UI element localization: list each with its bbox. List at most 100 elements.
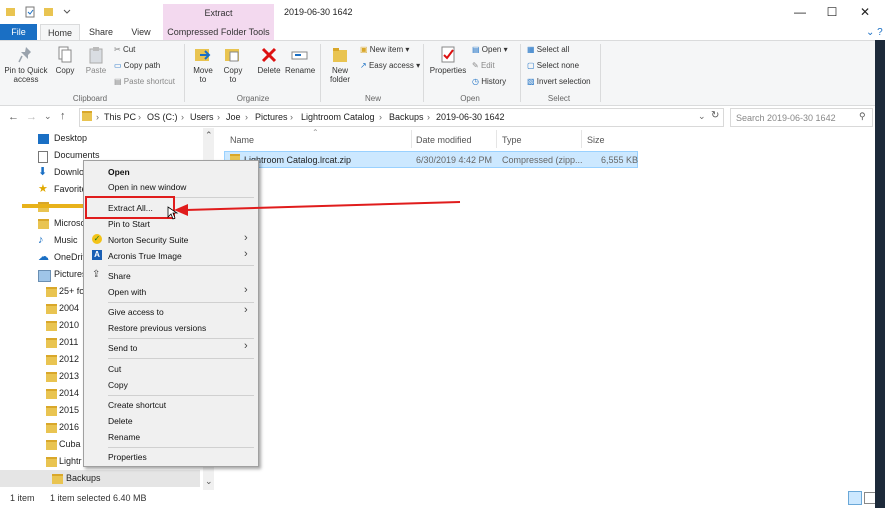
pictures-icon [38,270,51,282]
menu-item-give-access[interactable]: Give access to [108,307,164,317]
address-dropdown-icon[interactable]: ⌄ [698,111,706,122]
column-separator[interactable] [581,130,582,148]
copy-to-button[interactable]: Copy to [220,46,246,84]
breadcrumb-joe[interactable]: Joe [226,112,241,122]
nav-item-backups[interactable]: Backups [0,470,200,487]
select-all-button[interactable]: ▦ Select all [527,45,569,55]
move-to-label: Move to [193,66,213,84]
copy-icon [58,46,72,63]
delete-button[interactable]: Delete [256,46,282,75]
menu-item-create-shortcut[interactable]: Create shortcut [108,400,166,410]
properties-button[interactable]: Properties [428,46,468,75]
column-header-type[interactable]: Type [502,135,522,145]
search-input[interactable]: Search 2019-06-30 1642 ⚲ [730,108,873,127]
paste-shortcut-label: Paste shortcut [123,77,175,86]
edit-button[interactable]: ✎ Edit [472,61,495,71]
menu-item-cut[interactable]: Cut [108,364,121,374]
rename-label: Rename [285,66,316,75]
refresh-icon[interactable]: ↻ [711,110,719,121]
copy-path-button[interactable]: ▭ Copy path [114,61,160,71]
menu-item-send-to[interactable]: Send to [108,343,137,353]
file-date: 6/30/2019 4:42 PM [416,155,493,165]
tab-share[interactable]: Share [84,24,118,40]
breadcrumb-users[interactable]: Users [190,112,214,122]
menu-item-properties[interactable]: Properties [108,452,147,462]
tab-home[interactable]: Home [40,24,80,41]
up-arrow-icon[interactable]: ↑ [60,110,66,122]
red-pointer-arrow [174,201,461,216]
recent-locations-icon[interactable]: ⌄ [44,111,52,122]
move-to-button[interactable]: Move to [190,46,216,84]
nav-label: Microsc [54,218,85,228]
ribbon-separator [600,44,601,102]
breadcrumb-separator: › [138,112,141,122]
back-arrow-icon[interactable]: ← [8,111,19,123]
column-header-size[interactable]: Size [587,135,605,145]
menu-item-delete[interactable]: Delete [108,416,133,426]
new-item-button[interactable]: ▣ New item ▾ [360,45,409,55]
column-header-date[interactable]: Date modified [416,135,472,145]
desktop-icon [38,134,49,144]
tab-compressed-folder-tools[interactable]: Compressed Folder Tools [163,24,274,40]
nav-label: Downlo [54,167,85,177]
pin-quick-access-button[interactable]: Pin to Quick access [3,46,49,84]
folder-icon [46,406,57,416]
breadcrumb-os-c[interactable]: OS (C:) [147,112,178,122]
tab-view[interactable]: View [124,24,158,40]
close-button[interactable]: ✕ [856,4,874,20]
cut-button[interactable]: ✂ Cut [114,45,135,55]
open-button[interactable]: ▤ Open ▾ [472,45,508,55]
select-none-button[interactable]: ▢ Select none [527,61,579,71]
breadcrumb-separator: › [427,112,430,122]
column-separator[interactable] [496,130,497,148]
breadcrumb-pictures[interactable]: Pictures [255,112,288,122]
file-name[interactable]: Lightroom Catalog.lrcat.zip [244,155,351,165]
history-button[interactable]: ◷ History [472,77,506,87]
rename-icon [291,51,308,60]
quick-access-toolbar[interactable] [6,6,76,20]
search-placeholder: Search 2019-06-30 1642 [736,113,836,123]
scroll-down-icon[interactable]: ⌄ [205,476,213,487]
breadcrumb-backups[interactable]: Backups [389,112,424,122]
menu-item-rename[interactable]: Rename [108,432,140,442]
delete-label: Delete [257,66,281,75]
menu-item-copy[interactable]: Copy [108,380,128,390]
paste-shortcut-button[interactable]: ▤ Paste shortcut [114,77,175,87]
help-icon[interactable]: ⌄ ? [866,27,883,38]
menu-item-share[interactable]: Share [108,271,131,281]
select-group-label: Select [547,94,571,103]
scroll-up-icon[interactable]: ⌃ [205,130,213,141]
details-view-icon[interactable] [848,491,862,505]
new-folder-button[interactable]: New folder [325,46,355,84]
breadcrumb-current[interactable]: 2019-06-30 1642 [436,112,505,122]
breadcrumb-lightroom-catalog[interactable]: Lightroom Catalog [301,112,375,122]
menu-item-acronis[interactable]: Acronis True Image [108,251,182,261]
forward-arrow-icon[interactable]: → [26,111,37,123]
menu-separator [108,358,254,359]
menu-item-open-with[interactable]: Open with [108,287,146,297]
easy-access-icon: ↗ [360,61,369,70]
paste-button[interactable]: Paste [83,46,109,75]
breadcrumb-this-pc[interactable]: This PC [104,112,136,122]
minimize-button[interactable]: — [791,4,809,20]
invert-selection-button[interactable]: ▧ Invert selection [527,77,591,87]
clipboard-group-label: Clipboard [72,94,108,103]
nav-label: Favorite [54,184,87,194]
rename-button[interactable]: Rename [285,46,315,75]
menu-item-open-new-window[interactable]: Open in new window [108,182,186,192]
menu-item-pin-to-start[interactable]: Pin to Start [108,219,150,229]
nav-label: Pictures [54,269,87,279]
menu-item-norton[interactable]: Norton Security Suite [108,235,188,245]
easy-access-button[interactable]: ↗ Easy access ▾ [360,61,420,71]
share-icon: ⇪ [92,269,101,280]
column-header-name[interactable]: Name [230,135,254,145]
menu-item-restore-versions[interactable]: Restore previous versions [108,323,206,333]
tab-file[interactable]: File [0,24,37,40]
menu-item-open[interactable]: Open [108,167,130,177]
paste-shortcut-icon: ▤ [114,77,124,86]
copy-button[interactable]: Copy [53,46,77,75]
copy-label: Copy [55,66,75,75]
column-separator[interactable] [411,130,412,148]
maximize-button[interactable]: ☐ [823,4,841,20]
nav-item-desktop[interactable]: Desktop [0,130,210,147]
